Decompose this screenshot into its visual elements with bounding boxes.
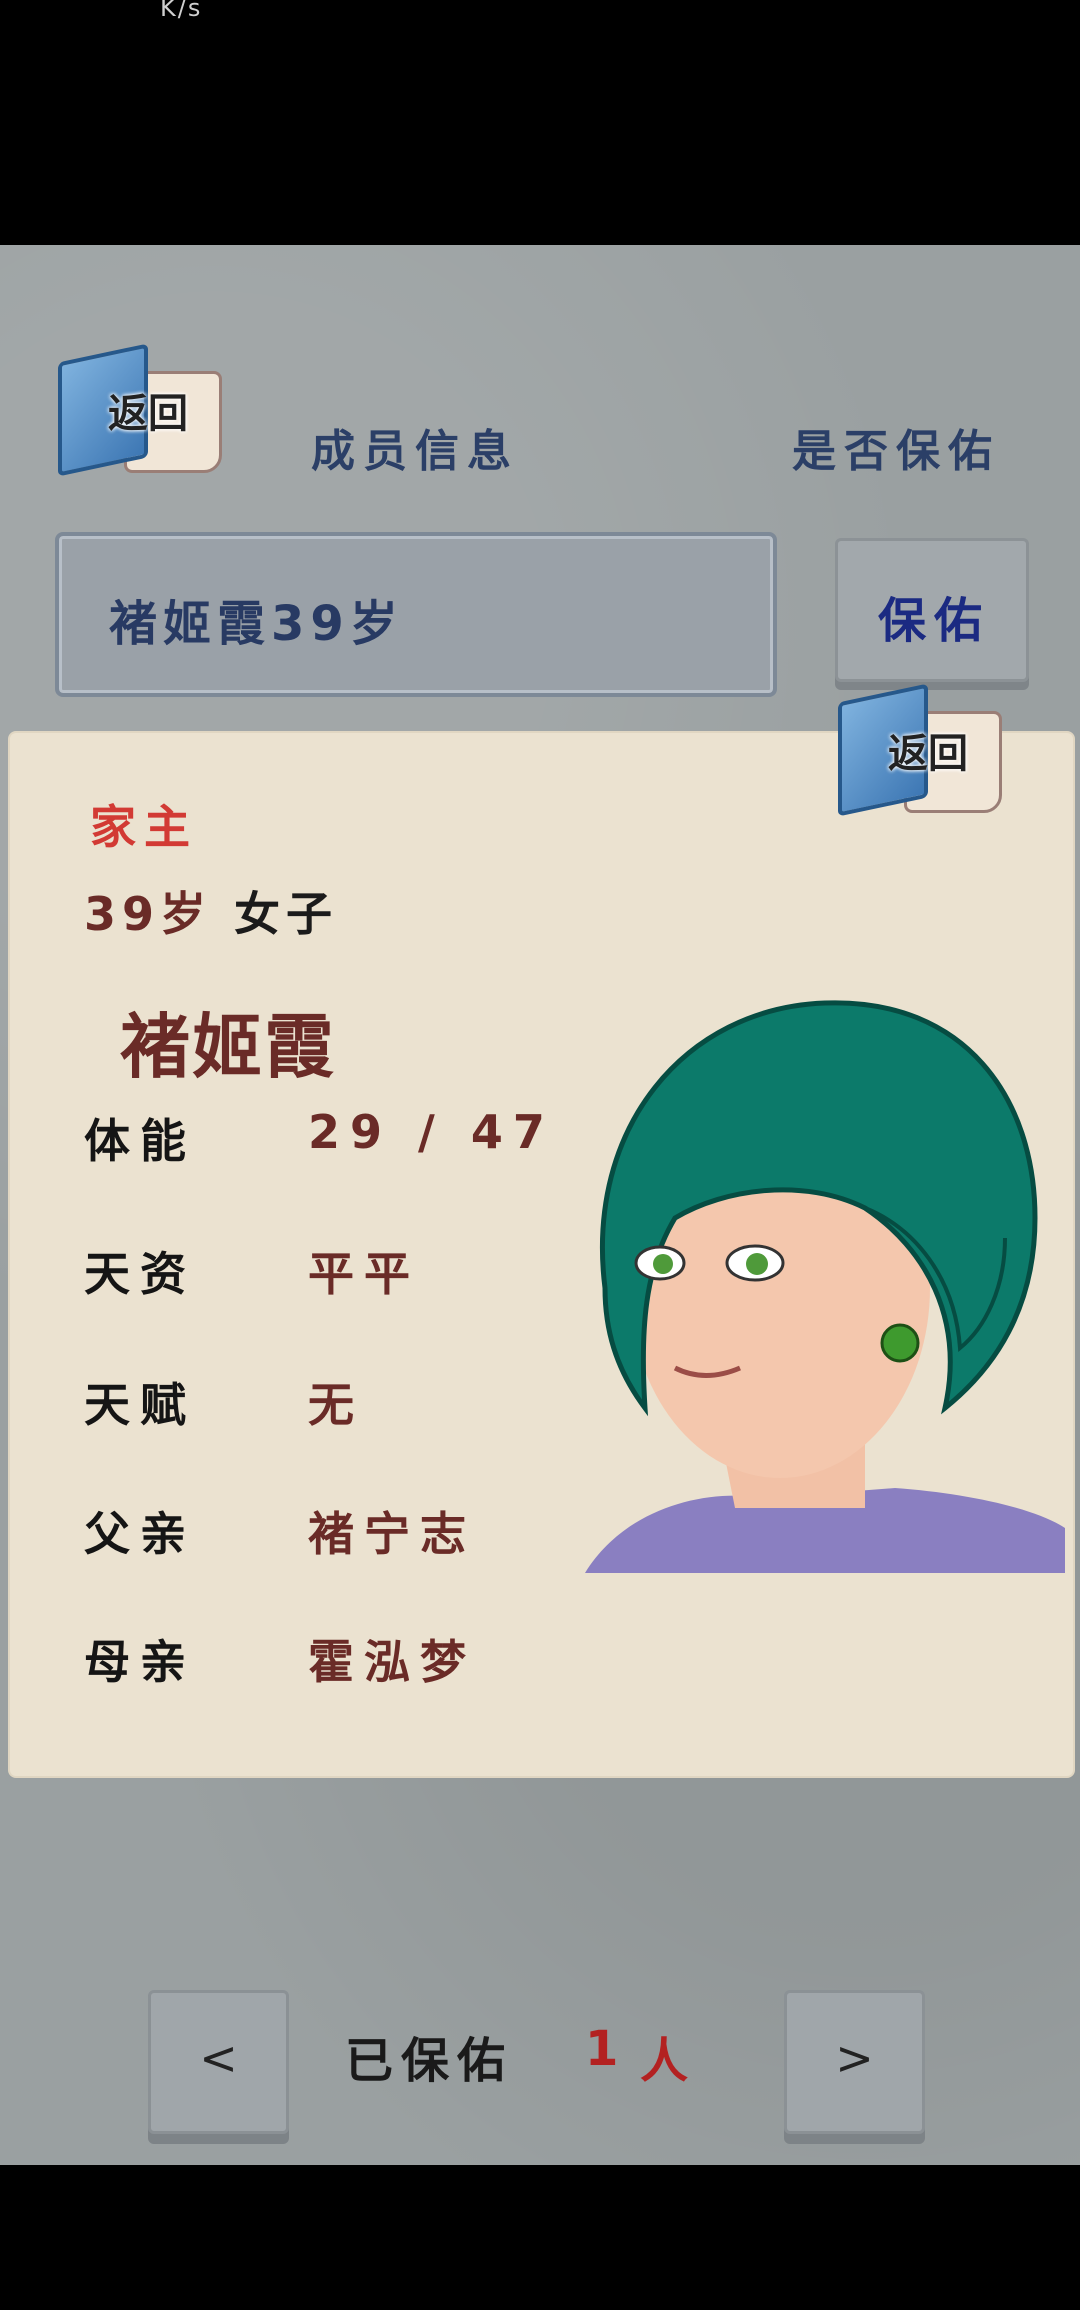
- stat-label-aptitude: 天资: [84, 1247, 196, 1301]
- stat-label-father: 父亲: [84, 1507, 196, 1561]
- stat-value-stamina: 29 / 47: [308, 1105, 555, 1159]
- stat-value-talent: 无: [308, 1378, 364, 1432]
- stat-value-mother: 霍泓梦: [308, 1635, 476, 1689]
- card-back-label: 返回: [888, 731, 968, 777]
- page-title: 成员信息: [311, 426, 519, 477]
- bottom-bar: [0, 2165, 1080, 2310]
- next-label: >: [835, 2031, 874, 2085]
- protect-question-label: 是否保佑: [792, 426, 1000, 477]
- rank-label: 家主: [90, 800, 198, 854]
- member-select-value: 褚姬霞39岁: [109, 596, 404, 652]
- stat-label-talent: 天赋: [84, 1378, 196, 1432]
- back-button[interactable]: 返回: [52, 343, 227, 483]
- stat-value-father: 褚宁志: [308, 1507, 476, 1561]
- prev-button[interactable]: <: [148, 1990, 289, 2134]
- protect-button-label: 保佑: [878, 593, 991, 649]
- stat-value-aptitude: 平平: [308, 1247, 420, 1301]
- stat-label-mother: 母亲: [84, 1635, 196, 1689]
- member-name: 褚姬霞: [120, 1005, 336, 1088]
- protect-button[interactable]: 保佑: [835, 538, 1029, 682]
- status-bar: K/s: [0, 0, 1080, 245]
- back-label: 返回: [108, 391, 188, 437]
- protected-count: 1: [585, 2021, 627, 2077]
- character-portrait: [585, 1000, 1065, 1573]
- age-value: 39岁: [84, 887, 213, 941]
- age-sex-line: 39岁 女子: [84, 878, 338, 944]
- member-info-screen: 返回 成员信息 是否保佑 褚姬霞39岁 保佑 返回 家主 39岁 女子 褚姬霞 …: [0, 245, 1080, 2165]
- member-select-field[interactable]: 褚姬霞39岁: [55, 532, 777, 697]
- stat-label-stamina: 体能: [84, 1114, 196, 1168]
- network-speed-unit: K/s: [160, 0, 203, 22]
- protected-unit: 人: [640, 2033, 689, 2089]
- sex-value: 女子: [234, 887, 339, 941]
- member-detail-card: 返回 家主 39岁 女子 褚姬霞 体能 29 / 47 天资 平平 天赋 无 父…: [10, 683, 1073, 1776]
- prev-label: <: [199, 2031, 238, 2085]
- card-back-button[interactable]: 返回: [832, 683, 1007, 823]
- next-button[interactable]: >: [784, 1990, 925, 2134]
- protected-label: 已保佑: [345, 2033, 514, 2089]
